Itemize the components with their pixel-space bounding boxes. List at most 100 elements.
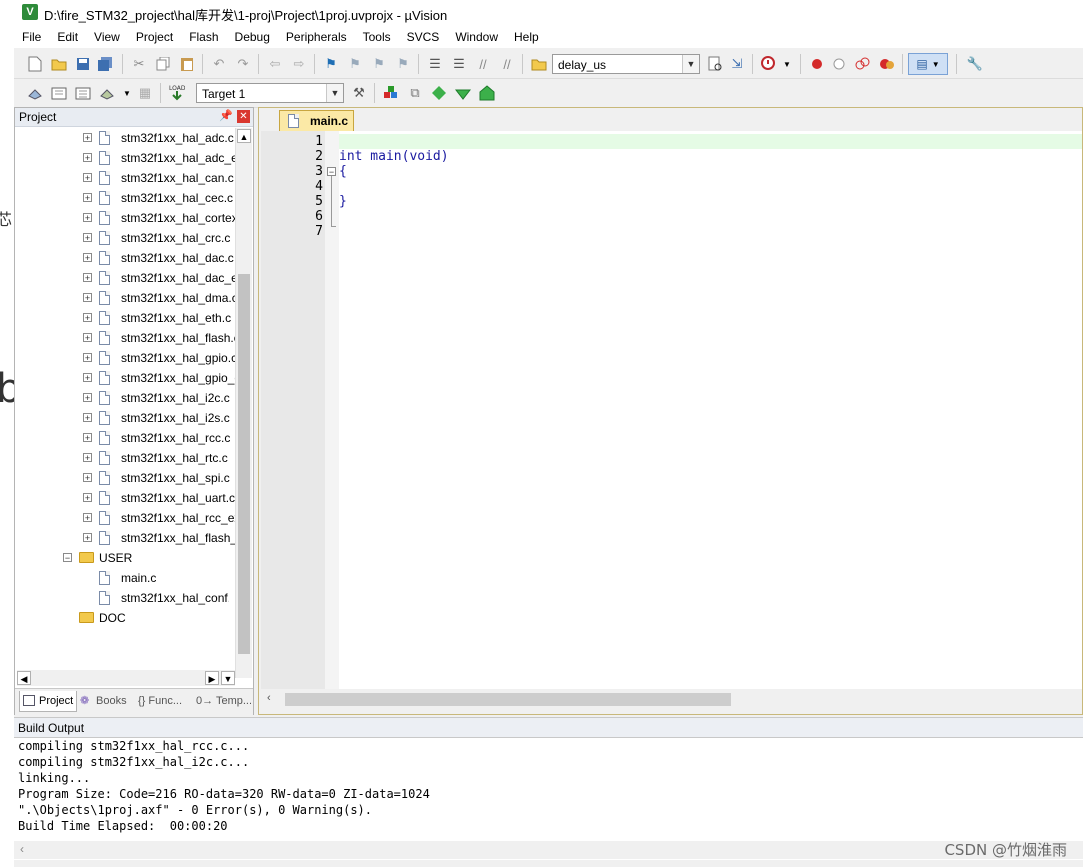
tree-file-item[interactable]: + stm32f1xx_hal_dac_ex [83, 268, 235, 288]
tree-file-item[interactable]: + stm32f1xx_hal_flash_e [83, 528, 235, 548]
code-line[interactable]: int main(void) [339, 149, 449, 164]
menu-debug[interactable]: Debug [227, 26, 278, 48]
tree-file-item[interactable]: + stm32f1xx_hal_gpio.c [83, 348, 235, 368]
scrollbar-thumb[interactable] [285, 693, 731, 706]
menu-help[interactable]: Help [506, 26, 547, 48]
manage-project-items-icon[interactable] [382, 84, 400, 102]
expand-icon[interactable]: + [83, 493, 92, 503]
tab-project[interactable]: Project [19, 691, 77, 712]
tree-file-item[interactable]: + stm32f1xx_hal_i2c.c [83, 388, 235, 408]
disable-breakpoint-icon[interactable] [830, 55, 848, 73]
tree-file-item[interactable]: + stm32f1xx_hal_can.c [83, 168, 235, 188]
close-icon[interactable]: ✕ [237, 110, 250, 123]
expand-icon[interactable]: + [83, 133, 92, 143]
build-output-scrollbar[interactable]: ‹ [14, 841, 1083, 859]
expand-icon[interactable]: + [83, 433, 92, 443]
menu-edit[interactable]: Edit [49, 26, 86, 48]
menu-file[interactable]: File [14, 26, 49, 48]
tree-file-item[interactable]: + stm32f1xx_hal_uart.c [83, 488, 235, 508]
menu-tools[interactable]: Tools [355, 26, 399, 48]
tree-file-item[interactable]: + stm32f1xx_hal_rcc.c [83, 428, 235, 448]
disable-all-breakpoints-icon[interactable] [854, 55, 872, 73]
find-icon[interactable] [706, 55, 724, 73]
chevron-down-icon[interactable]: ▼ [326, 84, 343, 102]
tree-file-item[interactable]: + stm32f1xx_hal_adc_ex [83, 148, 235, 168]
menu-flash[interactable]: Flash [181, 26, 226, 48]
menu-svcs[interactable]: SVCS [399, 26, 448, 48]
undo-icon[interactable]: ↶ [210, 55, 228, 73]
scroll-right-icon[interactable]: ▶ [205, 671, 219, 685]
tree-file-hal-conf[interactable]: stm32f1xx_hal_conf.h [99, 588, 229, 608]
expand-icon[interactable]: + [83, 373, 92, 383]
save-icon[interactable] [74, 55, 92, 73]
scroll-down-icon[interactable]: ▼ [221, 671, 235, 685]
translate-icon[interactable] [26, 84, 44, 102]
chevron-down-icon[interactable]: ▼ [778, 55, 796, 73]
expand-icon[interactable]: + [83, 273, 92, 283]
menu-window[interactable]: Window [447, 26, 506, 48]
expand-icon[interactable]: + [83, 193, 92, 203]
target-combo[interactable]: Target 1 ▼ [196, 83, 344, 103]
expand-icon[interactable]: + [83, 353, 92, 363]
incremental-find-icon[interactable]: ⇲ [728, 55, 746, 73]
expand-icon[interactable]: + [83, 393, 92, 403]
expand-icon[interactable]: + [83, 253, 92, 263]
copy-settings-icon[interactable]: ⧉ [406, 84, 424, 102]
comment-icon[interactable]: // [474, 55, 492, 73]
expand-icon[interactable]: + [83, 333, 92, 343]
copy-icon[interactable] [154, 55, 172, 73]
debug-session-icon[interactable] [760, 55, 778, 73]
tree-file-main-c[interactable]: main.c [99, 568, 229, 588]
expand-icon[interactable]: + [83, 293, 92, 303]
nav-back-icon[interactable]: ⇦ [266, 55, 284, 73]
find-combo[interactable]: delay_us ▼ [552, 54, 700, 74]
expand-icon[interactable]: + [83, 473, 92, 483]
expand-icon[interactable]: + [83, 513, 92, 523]
collapse-icon[interactable]: − [63, 553, 72, 563]
paste-icon[interactable] [178, 55, 196, 73]
menu-view[interactable]: View [86, 26, 128, 48]
indent-icon[interactable]: ☰ [426, 55, 444, 73]
rebuild-icon[interactable] [74, 84, 92, 102]
expand-icon[interactable]: + [83, 453, 92, 463]
tree-file-item[interactable]: + stm32f1xx_hal_gpio_e [83, 368, 235, 388]
expand-icon[interactable]: + [83, 213, 92, 223]
tree-file-item[interactable]: + stm32f1xx_hal_rtc.c [83, 448, 235, 468]
new-file-icon[interactable] [26, 55, 44, 73]
tree-file-item[interactable]: + stm32f1xx_hal_crc.c [83, 228, 235, 248]
scrollbar-thumb[interactable] [238, 274, 250, 654]
tree-file-item[interactable]: + stm32f1xx_hal_flash.c [83, 328, 235, 348]
tree-file-item[interactable]: + stm32f1xx_hal_cec.c [83, 188, 235, 208]
open-folder-icon[interactable] [50, 55, 68, 73]
project-horizontal-scrollbar[interactable]: ◀ ▶ ▼ [17, 670, 235, 686]
scroll-left-icon[interactable]: ‹ [20, 842, 24, 856]
tree-file-item[interactable]: + stm32f1xx_hal_rcc_ex [83, 508, 235, 528]
expand-icon[interactable]: + [83, 153, 92, 163]
chevron-down-icon[interactable]: ▼ [118, 84, 136, 102]
batch-build-icon[interactable] [98, 84, 116, 102]
redo-icon[interactable]: ↷ [234, 55, 252, 73]
editor-horizontal-scrollbar[interactable]: ‹ [261, 691, 1082, 708]
next-bookmark-icon[interactable]: ⚑ [370, 55, 388, 73]
scroll-left-icon[interactable]: ‹ [267, 692, 271, 704]
configure-wrench-icon[interactable]: 🔧 [966, 55, 984, 73]
tree-file-item[interactable]: + stm32f1xx_hal_adc.c [83, 128, 235, 148]
tab-templates[interactable]: 0→ Temp... [193, 691, 251, 711]
find-in-files-icon[interactable] [530, 55, 548, 73]
stop-build-icon[interactable]: ▦ [136, 84, 154, 102]
prev-bookmark-icon[interactable]: ⚑ [346, 55, 364, 73]
kill-all-breakpoints-icon[interactable] [878, 55, 896, 73]
expand-icon[interactable]: + [83, 233, 92, 243]
code-line[interactable]: { [339, 164, 347, 179]
cut-icon[interactable]: ✂ [130, 55, 148, 73]
nav-forward-icon[interactable]: ⇨ [290, 55, 308, 73]
project-vertical-scrollbar[interactable]: ▲ [235, 128, 252, 678]
scroll-left-icon[interactable]: ◀ [17, 671, 31, 685]
menu-project[interactable]: Project [128, 26, 181, 48]
expand-icon[interactable]: + [83, 313, 92, 323]
pin-icon[interactable]: 📌 [219, 109, 233, 122]
tab-functions[interactable]: {} Func... [135, 691, 191, 711]
pack-installer-icon[interactable] [478, 84, 496, 102]
uncomment-icon[interactable]: // [498, 55, 516, 73]
target-options-wand-icon[interactable]: ⚒ [350, 84, 368, 102]
